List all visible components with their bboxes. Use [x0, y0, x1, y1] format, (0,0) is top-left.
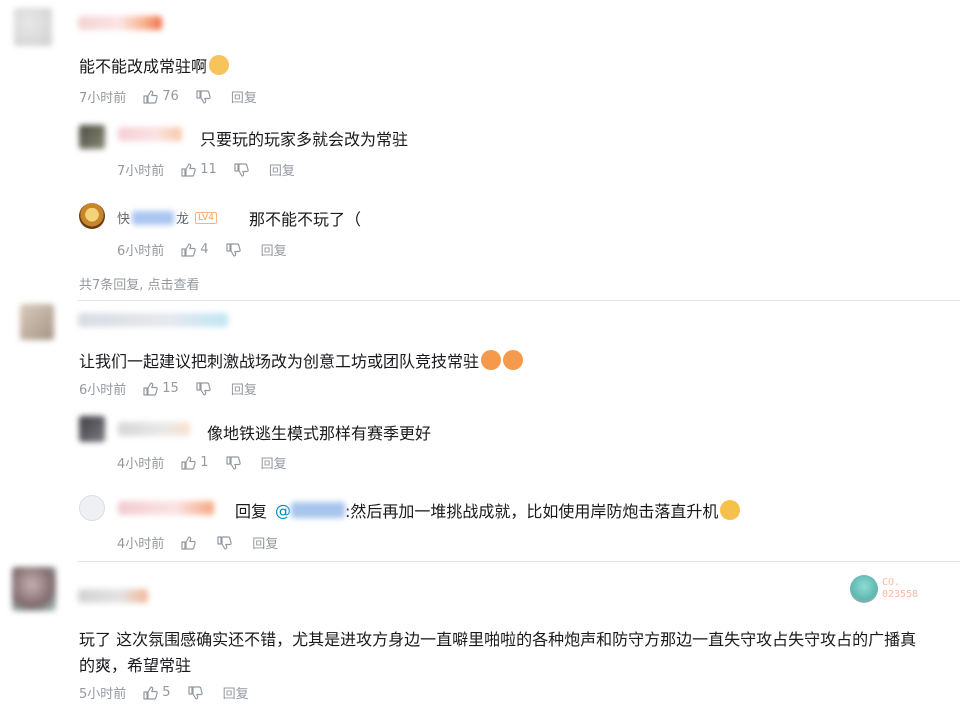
reply-avatar[interactable] — [79, 416, 105, 442]
reply-time: 6小时前 — [117, 244, 165, 259]
like-button[interactable] — [180, 535, 200, 551]
reply-username[interactable] — [118, 422, 190, 436]
reply-text: 回复 @ :然后再加一堆挑战成就，比如使用岸防炮击落直升机 — [235, 498, 741, 522]
thumbs-down-icon — [187, 685, 203, 700]
reply-meta: 4小时前 1 回复 — [117, 453, 303, 472]
like-button[interactable]: 15 — [142, 381, 179, 397]
comment-text: 的爽，希望常驻 — [79, 656, 192, 675]
reply-text: 那不能不玩了（ — [249, 210, 362, 229]
avatar[interactable] — [20, 304, 54, 340]
reply-username[interactable]: 快 龙 LV4 — [117, 208, 217, 227]
like-button[interactable]: 1 — [180, 455, 209, 471]
reply-username[interactable] — [118, 127, 182, 141]
comment-text: 让我们一起建议把刺激战场改为创意工坊或团队竞技常驻 — [79, 348, 524, 372]
dislike-button[interactable] — [216, 535, 236, 551]
like-button[interactable]: 4 — [180, 242, 209, 258]
comment-meta: 6小时前 15 回复 — [79, 379, 273, 398]
emoji-icon — [209, 55, 230, 75]
reply-meta: 4小时前 回复 — [117, 533, 294, 552]
comment-text: 玩了 这次氛围感确实还不错，尤其是进攻方身边一直噼里啪啦的各种炮声和防守方那边一… — [79, 630, 917, 649]
like-count: 11 — [200, 162, 217, 177]
avatar[interactable] — [12, 567, 56, 611]
thumbs-down-icon — [225, 455, 241, 470]
like-button[interactable]: 11 — [180, 162, 217, 178]
emoji-icon — [720, 500, 741, 520]
thumbs-up-icon — [181, 162, 197, 177]
like-button[interactable]: 76 — [142, 89, 179, 105]
thumbs-up-icon — [181, 455, 197, 470]
divider — [78, 300, 960, 301]
reply-button[interactable]: 回复 — [252, 533, 278, 552]
reply-username[interactable] — [118, 501, 214, 515]
comment-text: 能不能改成常驻啊 — [79, 53, 230, 77]
thumbs-down-icon — [196, 89, 211, 104]
comment-time: 5小时前 — [79, 687, 127, 702]
thumbs-up-icon — [181, 535, 197, 550]
reply-button[interactable]: 回复 — [261, 240, 287, 259]
like-count: 1 — [200, 455, 209, 470]
reply-button[interactable]: 回复 — [261, 453, 287, 472]
thumbs-up-icon — [181, 242, 197, 257]
dislike-button[interactable] — [225, 242, 245, 258]
reply-meta: 7小时前 11 回复 — [117, 160, 311, 179]
thumbs-up-icon — [143, 685, 159, 700]
like-button[interactable]: 5 — [142, 685, 171, 701]
thumbs-up-icon — [143, 381, 159, 396]
like-count: 4 — [200, 242, 209, 257]
like-count: 15 — [162, 381, 179, 396]
comment-meta: 5小时前 5 回复 — [79, 683, 265, 702]
level-badge: LV4 — [195, 211, 217, 224]
reply-avatar[interactable] — [79, 125, 105, 149]
reply-text: 像地铁逃生模式那样有赛季更好 — [207, 424, 432, 443]
username[interactable] — [78, 313, 228, 327]
comment-meta: 7小时前 76 回复 — [79, 87, 273, 106]
reply-button[interactable]: 回复 — [269, 160, 295, 179]
username[interactable] — [78, 589, 148, 603]
username[interactable] — [78, 16, 162, 30]
avatar[interactable] — [14, 8, 52, 46]
comment-time: 6小时前 — [79, 383, 127, 398]
dislike-button[interactable] — [195, 89, 215, 105]
emoji-icon — [503, 350, 524, 370]
comment-time: 7小时前 — [79, 91, 127, 106]
like-count: 5 — [162, 685, 171, 700]
reply-time: 4小时前 — [117, 457, 165, 472]
reply-button[interactable]: 回复 — [231, 87, 257, 106]
divider — [78, 561, 960, 562]
reply-meta: 6小时前 4 回复 — [117, 240, 303, 259]
reply-button[interactable]: 回复 — [231, 379, 257, 398]
mention-link[interactable] — [291, 502, 346, 518]
like-count: 76 — [162, 89, 179, 104]
dislike-button[interactable] — [187, 685, 207, 701]
thumbs-down-icon — [217, 535, 233, 550]
dislike-button[interactable] — [233, 162, 253, 178]
reply-time: 7小时前 — [117, 164, 165, 179]
emoji-icon — [481, 350, 502, 370]
view-more-replies[interactable]: 共7条回复, 点击查看 — [79, 274, 200, 293]
dislike-button[interactable] — [225, 455, 245, 471]
thumbs-down-icon — [225, 242, 241, 257]
reply-time: 4小时前 — [117, 537, 165, 552]
fan-badge-avatar — [850, 575, 878, 603]
dislike-button[interactable] — [195, 381, 215, 397]
reply-text: 只要玩的玩家多就会改为常驻 — [200, 130, 409, 149]
fan-badge: CO. 023558 — [850, 575, 918, 603]
thumbs-down-icon — [234, 162, 249, 177]
reply-avatar[interactable] — [79, 203, 105, 229]
thumbs-up-icon — [143, 89, 159, 104]
reply-avatar[interactable] — [79, 495, 105, 521]
thumbs-down-icon — [196, 381, 211, 396]
reply-button[interactable]: 回复 — [223, 683, 249, 702]
